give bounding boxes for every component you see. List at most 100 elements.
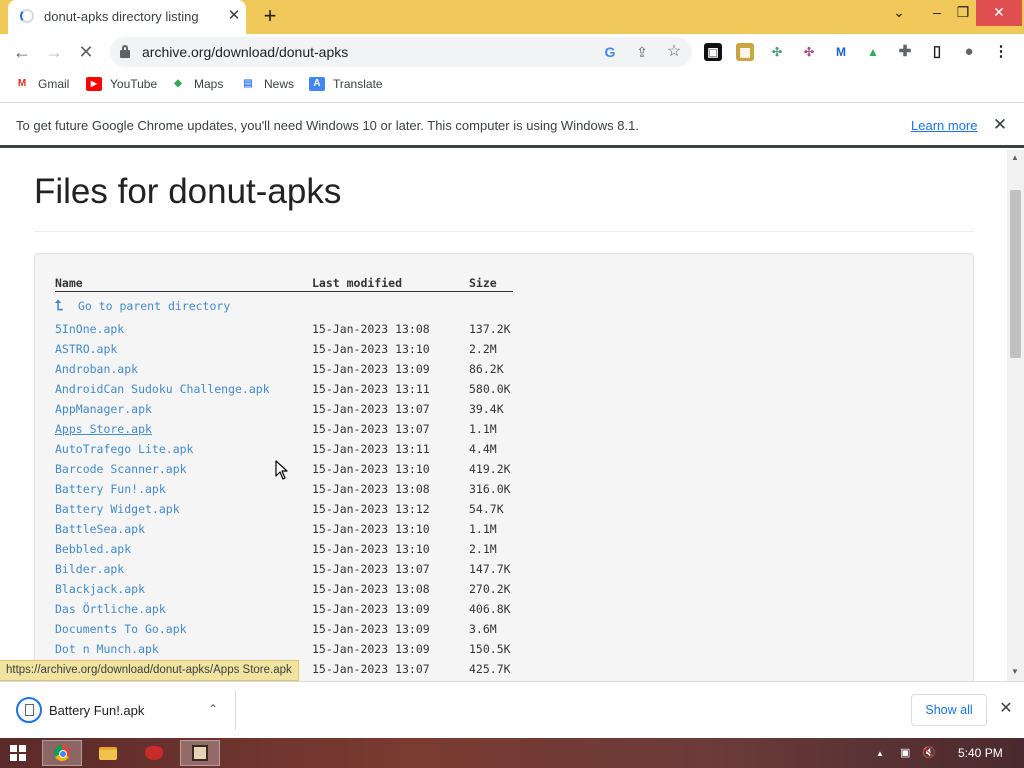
- windows-taskbar: ▲ ▣ 🔇 5:40 PM: [0, 738, 1024, 768]
- table-row: AppManager.apk 15-Jan-2023 13:07 39.4K: [55, 400, 655, 420]
- show-all-button[interactable]: Show all: [911, 694, 987, 726]
- tray-overflow-icon[interactable]: ▲: [876, 749, 884, 758]
- google-lens-icon[interactable]: G: [600, 42, 620, 62]
- restore-button[interactable]: ❐: [950, 0, 976, 26]
- mouse-cursor-icon: [275, 460, 288, 480]
- taskbar-app-mask[interactable]: [134, 740, 174, 766]
- file-link[interactable]: Androban.apk: [55, 362, 138, 376]
- file-modified: 15-Jan-2023 13:10: [312, 462, 430, 476]
- file-link[interactable]: 5InOne.apk: [55, 322, 124, 336]
- learn-more-link[interactable]: Learn more: [911, 118, 977, 133]
- news-icon: ▤: [240, 77, 256, 91]
- bookmark-maps[interactable]: ◆ Maps: [170, 76, 223, 92]
- divider: [34, 231, 974, 232]
- youtube-icon: ▶: [86, 77, 102, 91]
- file-link[interactable]: Barcode Scanner.apk: [55, 462, 187, 476]
- chevron-up-icon[interactable]: ⌃: [204, 700, 222, 718]
- directory-listing: Name Last modified Size ⮤ Go to parent d…: [34, 253, 974, 681]
- bookmark-translate[interactable]: A Translate: [309, 76, 383, 92]
- file-link[interactable]: AutoTrafego Lite.apk: [55, 442, 193, 456]
- file-modified: 15-Jan-2023 13:07: [312, 662, 430, 676]
- download-item[interactable]: Battery Fun!.apk ⌃: [8, 690, 236, 730]
- scroll-down-arrow-icon[interactable]: ▼: [1011, 667, 1019, 676]
- scroll-thumb[interactable]: [1010, 190, 1021, 358]
- table-row: Barcode Scanner.apk 15-Jan-2023 13:10 419.…: [55, 460, 655, 480]
- table-header: Name Last modified Size: [55, 276, 513, 292]
- forward-arrow-icon[interactable]: →: [40, 38, 68, 66]
- taskbar-app-film[interactable]: [180, 740, 220, 766]
- address-bar[interactable]: archive.org/download/donut-apks G ⇪ ☆: [110, 37, 692, 67]
- profile-icon[interactable]: ●: [960, 43, 978, 61]
- url-text[interactable]: archive.org/download/donut-apks: [142, 44, 348, 60]
- green-extension-icon[interactable]: ▲: [864, 43, 882, 61]
- file-modified: 15-Jan-2023 13:09: [312, 622, 430, 636]
- file-link[interactable]: Documents To Go.apk: [55, 622, 187, 636]
- file-link[interactable]: Das Örtliche.apk: [55, 602, 166, 616]
- bookmark-news[interactable]: ▤ News: [240, 76, 294, 92]
- file-size: 425.7K: [469, 662, 511, 676]
- file-download-icon: [16, 697, 42, 723]
- back-arrow-icon[interactable]: ←: [8, 38, 36, 66]
- taskbar-file-explorer[interactable]: [88, 740, 128, 766]
- roblox-extension-icon[interactable]: ▣: [704, 43, 722, 61]
- sidepanel-icon[interactable]: ▯: [928, 43, 946, 61]
- scroll-up-arrow-icon[interactable]: ▲: [1011, 153, 1019, 162]
- file-link[interactable]: Blackjack.apk: [55, 582, 145, 596]
- windows-start-icon[interactable]: [10, 745, 26, 761]
- file-link[interactable]: Bilder.apk: [55, 562, 124, 576]
- puzzle-extension-icon[interactable]: ✚: [896, 43, 914, 61]
- table-row: BattleSea.apk 15-Jan-2023 13:10 1.1M: [55, 520, 655, 540]
- slack-extension-icon[interactable]: ✣: [768, 43, 786, 61]
- scrollbar[interactable]: ▲ ▼: [1007, 150, 1024, 681]
- file-size: 86.2K: [469, 362, 504, 376]
- share-icon[interactable]: ⇪: [632, 42, 652, 62]
- file-modified: 15-Jan-2023 13:12: [312, 502, 430, 516]
- tab-active[interactable]: donut-apks directory listing ✕: [8, 0, 246, 34]
- taskbar-chrome[interactable]: [42, 740, 82, 766]
- column-header-modified[interactable]: Last modified: [312, 276, 402, 290]
- image-extension-icon[interactable]: ▦: [736, 43, 754, 61]
- file-link[interactable]: AndroidCan Sudoku Challenge.apk: [55, 382, 270, 396]
- file-size: 137.2K: [469, 322, 511, 336]
- volume-muted-icon[interactable]: 🔇: [922, 746, 936, 759]
- menu-icon[interactable]: ⋮: [992, 43, 1010, 61]
- file-list: 5InOne.apk 15-Jan-2023 13:08 137.2K ASTRO.a…: [55, 320, 655, 680]
- bookmark-label: News: [264, 77, 295, 91]
- bookmark-youtube[interactable]: ▶ YouTube: [86, 76, 157, 92]
- file-modified: 15-Jan-2023 13:07: [312, 562, 430, 576]
- tab-close-icon[interactable]: ✕: [224, 6, 244, 26]
- table-row: Bebbled.apk 15-Jan-2023 13:10 2.1M: [55, 540, 655, 560]
- download-filename: Battery Fun!.apk: [49, 703, 145, 718]
- stop-loading-icon[interactable]: ✕: [72, 38, 100, 66]
- new-tab-button[interactable]: +: [256, 3, 284, 31]
- file-link[interactable]: Battery Widget.apk: [55, 502, 180, 516]
- parent-directory-link[interactable]: ⮤ Go to parent directory: [55, 298, 230, 314]
- file-link[interactable]: Bebbled.apk: [55, 542, 131, 556]
- link-status-bubble: https://archive.org/download/donut-apks/…: [0, 660, 299, 681]
- file-link[interactable]: Dot n Munch.apk: [55, 642, 159, 656]
- file-link[interactable]: Battery Fun!.apk: [55, 482, 166, 496]
- file-link[interactable]: BattleSea.apk: [55, 522, 145, 536]
- minimize-button[interactable]: –: [924, 0, 950, 26]
- file-link[interactable]: Apps Store.apk: [55, 422, 152, 436]
- close-icon[interactable]: ✕: [996, 699, 1016, 719]
- lock-icon[interactable]: [120, 45, 130, 58]
- file-link[interactable]: ASTRO.apk: [55, 342, 117, 356]
- bookmark-star-icon[interactable]: ☆: [664, 42, 684, 62]
- file-size: 1.1M: [469, 422, 497, 436]
- network-icon[interactable]: ▣: [900, 746, 910, 759]
- slack-alt-extension-icon[interactable]: ✣: [800, 43, 818, 61]
- tab-strip: donut-apks directory listing ✕ + ⌄ – ❐ ✕: [0, 0, 1024, 34]
- column-header-size[interactable]: Size: [469, 276, 497, 290]
- media-app-icon: [192, 745, 208, 761]
- clock[interactable]: 5:40 PM: [958, 746, 1003, 760]
- table-row: Battery Fun!.apk 15-Jan-2023 13:08 316.0K: [55, 480, 655, 500]
- bookmark-gmail[interactable]: M Gmail: [14, 76, 69, 92]
- column-header-name[interactable]: Name: [55, 276, 83, 290]
- window-close-button[interactable]: ✕: [976, 0, 1022, 26]
- close-icon[interactable]: ✕: [990, 115, 1010, 135]
- file-link[interactable]: AppManager.apk: [55, 402, 152, 416]
- tab-search-chevron-icon[interactable]: ⌄: [886, 0, 912, 26]
- malwarebytes-extension-icon[interactable]: M: [832, 43, 850, 61]
- file-size: 580.0K: [469, 382, 511, 396]
